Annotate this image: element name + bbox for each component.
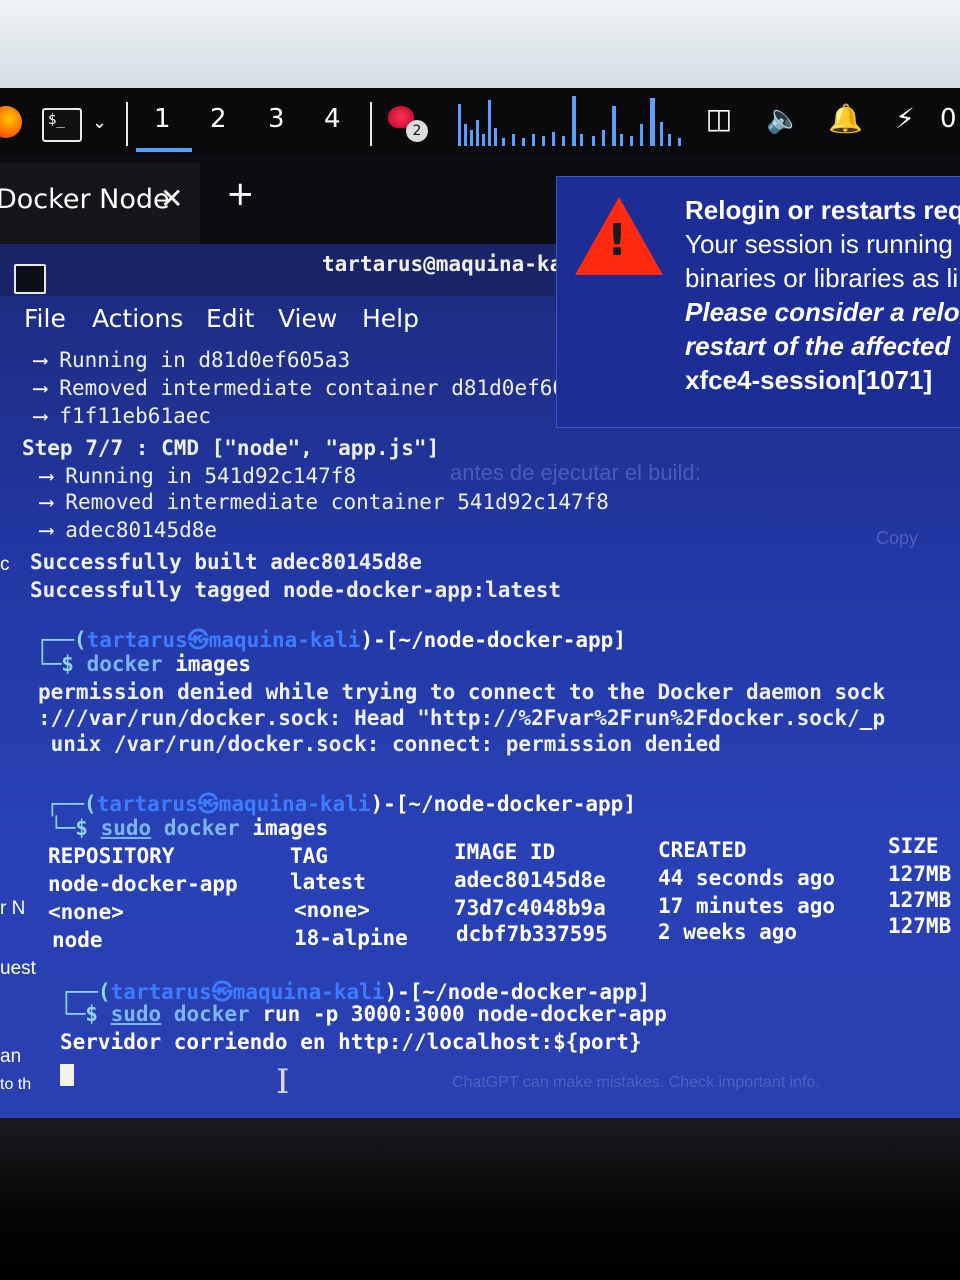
warning-mark: ! (607, 215, 628, 266)
display-icon[interactable]: ◫ (702, 102, 736, 136)
build-line: ⟶ adec80145d8e (40, 518, 218, 542)
table-cell: 73d7c4048b9a (454, 896, 606, 920)
ibeam-cursor-icon: I (276, 1062, 290, 1102)
error-line: permission denied while trying to connec… (38, 680, 886, 704)
prompt-line: ┌──(tartarus㉿maquina-kali)-[~/node-docke… (36, 628, 626, 652)
tray-text-partial: 0 (940, 104, 957, 134)
table-cell: dcbf7b337595 (456, 922, 608, 946)
command-line: └─$ docker images (36, 652, 251, 676)
menu-help[interactable]: Help (362, 304, 419, 333)
table-cell: 127MB (888, 862, 952, 886)
taskbar-separator (370, 102, 372, 146)
menu-file[interactable]: File (24, 304, 66, 333)
bell-icon[interactable]: 🔔 (828, 102, 863, 136)
chevron-down-icon[interactable]: ⌄ (92, 112, 107, 133)
error-line: unix /var/run/docker.sock: connect: perm… (38, 732, 721, 756)
table-cell: node-docker-app (48, 872, 238, 896)
workspace-2[interactable]: 2 (210, 104, 227, 134)
background-disclaimer: ChatGPT can make mistakes. Check importa… (452, 1074, 820, 1091)
notification-body: Your session is running (685, 229, 953, 259)
menu-view[interactable]: View (278, 304, 337, 333)
table-cell: <none> (48, 900, 124, 924)
build-line: ⟶ Running in d81d0ef605a3 (34, 348, 351, 372)
left-bleed-text: to th (0, 1076, 32, 1093)
background-copy: Copy (876, 528, 919, 548)
speaker-icon[interactable]: 🔈 (766, 102, 801, 136)
error-line: :///var/run/docker.sock: Head "http://%2… (38, 706, 886, 730)
table-cell: <none> (294, 898, 370, 922)
session-restart-notification[interactable]: ! Relogin or restarts req Your session i… (556, 176, 960, 428)
command-line: └─$ sudo docker run -p 3000:3000 node-do… (60, 1002, 667, 1026)
badge-count: 2 (406, 120, 428, 142)
workspace-3[interactable]: 3 (268, 104, 285, 134)
table-cell: 2 weeks ago (658, 920, 798, 944)
left-bleed-text: an (0, 1046, 22, 1067)
notification-tray-icon[interactable]: 2 (384, 102, 428, 142)
workspace-1[interactable]: 1 (154, 104, 171, 134)
taskbar-separator (126, 102, 128, 146)
left-bleed-text: c (0, 554, 10, 575)
notification-title: Relogin or restarts req (685, 195, 960, 225)
tab-title: Docker Node (0, 184, 170, 215)
table-cell: latest (290, 870, 366, 894)
left-bleed-text: r N (0, 898, 26, 919)
table-header: SIZE (888, 834, 939, 858)
left-bleed-text: uest (0, 958, 36, 979)
table-cell: 44 seconds ago (658, 866, 836, 890)
window-title: tartarus@maquina-kali (322, 252, 588, 276)
server-output: Servidor corriendo en http://localhost:$… (60, 1030, 642, 1054)
launcher-glyph: $_ (48, 112, 65, 128)
notification-source: xfce4-session[1071] (685, 365, 933, 395)
table-cell: 17 minutes ago (658, 894, 836, 918)
build-line: ⟶ Removed intermediate container 541d92c… (40, 490, 609, 514)
table-header: TAG (290, 844, 328, 868)
taskbar: $_ ⌄ 1 2 3 4 2 ◫ 🔈 🔔 ⚡ 0 (0, 88, 960, 158)
build-line: ⟶ Removed intermediate container d81d0ef… (34, 376, 603, 400)
table-cell: 18-alpine (294, 926, 408, 950)
table-header: CREATED (658, 838, 747, 862)
terminal-launcher-icon[interactable]: $_ (42, 108, 82, 142)
table-header: REPOSITORY (48, 844, 175, 868)
terminal-icon (14, 264, 46, 294)
table-cell: 127MB (888, 888, 952, 912)
build-line: ⟶ f1f11eb61aec (34, 404, 212, 428)
notification-body: restart of the affected (685, 331, 951, 361)
build-success: Successfully built adec80145d8e (30, 550, 422, 574)
table-cell: adec80145d8e (454, 868, 606, 892)
build-step: Step 7/7 : CMD ["node", "app.js"] (22, 436, 440, 460)
terminal-output[interactable]: ⟶ Running in d81d0ef605a3 ⟶ Removed inte… (0, 344, 960, 1118)
cpu-graph (456, 94, 686, 146)
table-cell: node (52, 928, 103, 952)
table-cell: 127MB (888, 914, 952, 938)
build-tagged: Successfully tagged node-docker-app:late… (30, 578, 562, 602)
workspace-4[interactable]: 4 (324, 104, 341, 134)
prompt-line: ┌──(tartarus㉿maquina-kali)-[~/node-docke… (46, 792, 636, 816)
menu-actions[interactable]: Actions (92, 304, 183, 333)
menu-edit[interactable]: Edit (206, 304, 254, 333)
battery-icon[interactable]: ⚡ (888, 102, 922, 136)
build-line: ⟶ Running in 541d92c147f8 (40, 464, 357, 488)
notification-body: binaries or libraries as li (685, 263, 959, 293)
close-icon[interactable]: ✕ (160, 182, 183, 215)
wall-background (0, 0, 960, 92)
command-line: └─$ sudo docker images (50, 816, 329, 840)
background-hint: antes de ejecutar el build: (450, 460, 701, 485)
firefox-icon[interactable] (0, 106, 22, 138)
notification-body: Please consider a relog (685, 297, 960, 327)
monitor-bezel (0, 1118, 960, 1280)
tab-docker-node[interactable]: Docker Node ✕ (0, 162, 200, 244)
new-tab-button[interactable]: + (226, 174, 255, 214)
table-header: IMAGE ID (454, 840, 556, 864)
text-cursor (60, 1064, 74, 1086)
active-workspace-indicator (136, 148, 192, 152)
